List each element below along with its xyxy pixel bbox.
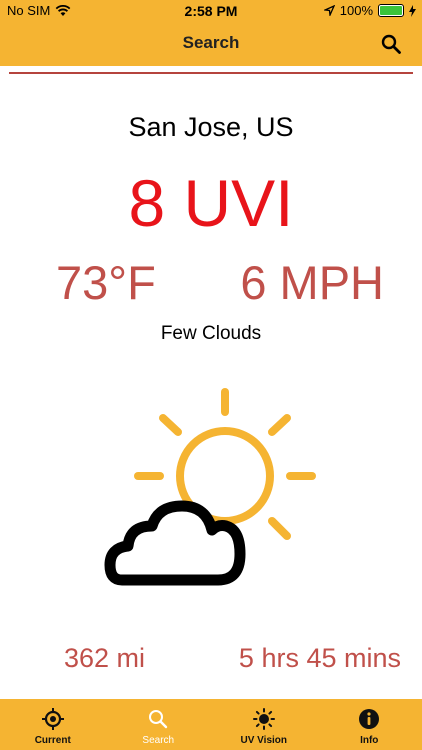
tab-search-label: Search <box>142 735 175 746</box>
search-icon[interactable] <box>380 33 402 55</box>
crosshair-icon <box>41 708 64 730</box>
partly-cloudy-icon <box>104 388 316 586</box>
wind-speed-value: 6 MPH <box>240 256 384 309</box>
tab-uv-vision-label: UV Vision <box>240 735 288 746</box>
tab-info-label: Info <box>360 735 379 746</box>
temperature-value: 73°F <box>56 256 156 309</box>
tab-search[interactable]: Search <box>106 699 212 750</box>
status-bar: No SIM 2:58 PM 100% <box>0 3 422 21</box>
distance-value: 362 mi <box>64 643 146 673</box>
tab-uv-vision[interactable]: UV Vision <box>211 699 317 750</box>
travel-duration-value: 5 hrs 45 mins <box>238 643 401 673</box>
app-header: No SIM 2:58 PM 100% Search <box>0 0 422 66</box>
tab-bar: Current Search UV Vision Info <box>0 699 422 750</box>
weather-description: Few Clouds <box>160 323 262 344</box>
sun-icon <box>252 708 275 730</box>
uvi-value: 8 UVI <box>128 166 294 240</box>
tab-current[interactable]: Current <box>0 699 106 750</box>
page-title: Search <box>182 33 240 52</box>
battery-percent: 100% <box>339 3 373 18</box>
battery-icon <box>378 4 404 17</box>
location-arrow-icon <box>323 5 335 16</box>
header-divider <box>9 72 413 74</box>
status-right: 100% <box>323 3 416 18</box>
tab-info[interactable]: Info <box>317 699 422 750</box>
info-icon <box>359 709 380 729</box>
charging-icon <box>409 4 416 17</box>
search-icon <box>149 710 168 729</box>
tab-current-label: Current <box>34 735 71 746</box>
location-label: San Jose, US <box>128 112 294 142</box>
